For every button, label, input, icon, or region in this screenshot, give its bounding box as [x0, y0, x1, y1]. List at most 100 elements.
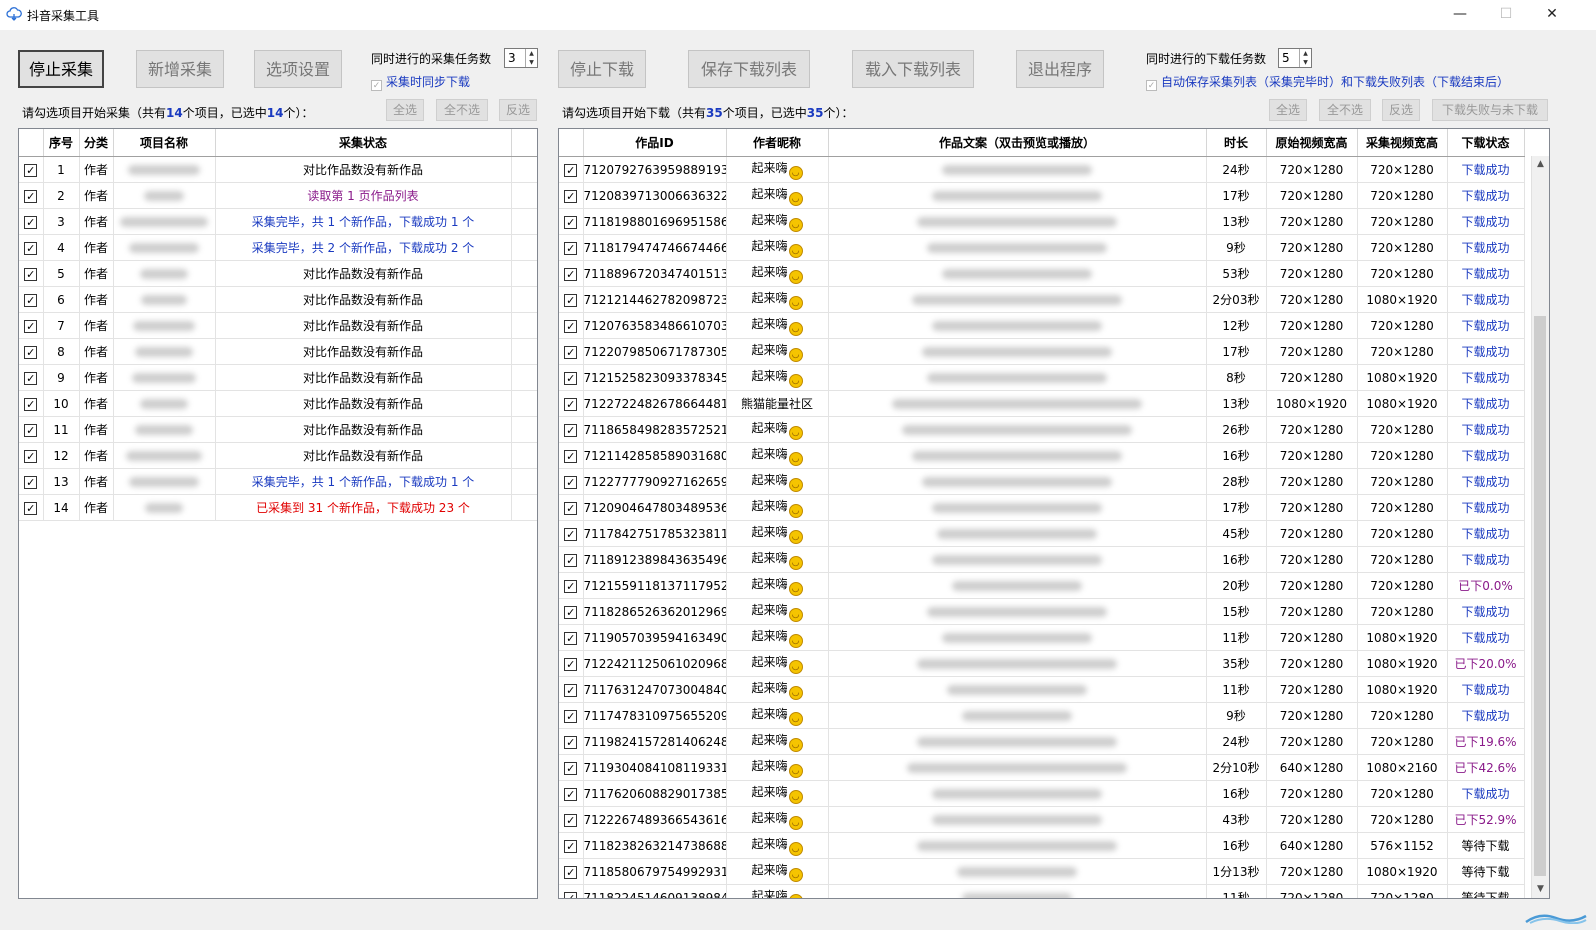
checkbox-checked-icon[interactable]: ✓	[564, 449, 578, 463]
row-checkbox-cell[interactable]: ✓	[559, 208, 584, 235]
row-checkbox-cell[interactable]: ✓	[559, 728, 584, 755]
sync-download-checkbox[interactable]: ✓ 采集时同步下载	[371, 73, 470, 91]
row-checkbox-cell[interactable]: ✓	[559, 572, 584, 599]
table-row[interactable]: ✓ 2 作者 读取第 1 页作品列表	[19, 182, 537, 209]
table-row[interactable]: ✓ 7121142858589031680 起来嗨 ◡ 16秒 720×1280 720×1…	[559, 442, 1525, 469]
checkbox-checked-icon[interactable]: ✓	[564, 579, 578, 593]
checkbox-checked-icon[interactable]: ✓	[564, 553, 578, 567]
checkbox-checked-icon[interactable]: ✓	[564, 189, 578, 203]
table-row[interactable]: ✓ 7120839713006636322 起来嗨 ◡ 17秒 720×1280 720×1…	[559, 182, 1525, 209]
scroll-thumb[interactable]	[1534, 316, 1546, 876]
table-row[interactable]: ✓ 7118896720347401513 起来嗨 ◡ 53秒 720×1280 720×1…	[559, 260, 1525, 287]
row-checkbox-cell[interactable]: ✓	[559, 182, 584, 209]
checkbox-checked-icon[interactable]: ✓	[24, 501, 38, 515]
row-checkbox-cell[interactable]: ✓	[19, 468, 44, 495]
checkbox-checked-icon[interactable]: ✓	[564, 761, 578, 775]
checkbox-checked-icon[interactable]: ✓	[564, 267, 578, 281]
checkbox-checked-icon[interactable]: ✓	[564, 527, 578, 541]
options-button[interactable]: 选项设置	[254, 50, 342, 88]
checkbox-checked-icon[interactable]: ✓	[564, 501, 578, 515]
checkbox-checked-icon[interactable]: ✓	[564, 683, 578, 697]
col-author[interactable]: 作者昵称	[726, 129, 829, 157]
table-row[interactable]: ✓ 7121525823093378345 起来嗨 ◡ 8秒 720×1280 1080×1…	[559, 364, 1525, 391]
load-list-button[interactable]: 载入下载列表	[852, 50, 974, 88]
row-checkbox-cell[interactable]: ✓	[19, 182, 44, 209]
row-checkbox-cell[interactable]: ✓	[559, 442, 584, 469]
table-row[interactable]: ✓ 7119057039594163490 起来嗨 ◡ 11秒 720×1280 1080×…	[559, 624, 1525, 651]
checkbox-checked-icon[interactable]: ✓	[24, 241, 38, 255]
row-checkbox-cell[interactable]: ✓	[559, 624, 584, 651]
fail-undownloaded-button[interactable]: 下载失败与未下载	[1432, 99, 1548, 121]
checkbox-checked-icon[interactable]: ✓	[564, 787, 578, 801]
col-collect-status[interactable]: 采集状态	[215, 129, 512, 157]
table-row[interactable]: ✓ 7118179474746674466 起来嗨 ◡ 9秒 720×1280 720×12…	[559, 234, 1525, 261]
checkbox-checked-icon[interactable]: ✓	[564, 241, 578, 255]
table-row[interactable]: ✓ 7119824157281406248 起来嗨 ◡ 24秒 720×1280 720×1…	[559, 728, 1525, 755]
checkbox-checked-icon[interactable]: ✓	[564, 215, 578, 229]
table-row[interactable]: ✓ 7120904647803489536 起来嗨 ◡ 17秒 720×1280 720×1…	[559, 494, 1525, 521]
table-row[interactable]: ✓ 7118658498283572521 起来嗨 ◡ 26秒 720×1280 720×1…	[559, 416, 1525, 443]
checkbox-checked-icon[interactable]: ✓	[24, 319, 38, 333]
col-category[interactable]: 分类	[79, 129, 114, 157]
col-download-status[interactable]: 下载状态	[1447, 129, 1525, 157]
maximize-button[interactable]: ☐	[1483, 0, 1529, 30]
row-checkbox-cell[interactable]: ✓	[19, 234, 44, 261]
row-checkbox-cell[interactable]: ✓	[559, 546, 584, 573]
checkbox-checked-icon[interactable]: ✓	[564, 423, 578, 437]
row-checkbox-cell[interactable]: ✓	[559, 884, 584, 898]
checkbox-checked-icon[interactable]: ✓	[564, 293, 578, 307]
checkbox-checked-icon[interactable]: ✓	[24, 189, 38, 203]
table-row[interactable]: ✓ 10 作者 对比作品数没有新作品	[19, 390, 537, 417]
row-checkbox-cell[interactable]: ✓	[559, 650, 584, 677]
table-row[interactable]: ✓ 7122267489366543616 起来嗨 ◡ 43秒 720×1280 720×1…	[559, 806, 1525, 833]
checkbox-checked-icon[interactable]: ✓	[24, 475, 38, 489]
row-checkbox-cell[interactable]: ✓	[559, 312, 584, 339]
collect-tasks-spinner[interactable]: 3 ▲ ▼	[504, 48, 538, 68]
row-checkbox-cell[interactable]: ✓	[559, 468, 584, 495]
left-select-none-button[interactable]: 全不选	[436, 99, 488, 121]
spinner-arrows-icon[interactable]: ▲ ▼	[1299, 49, 1311, 67]
row-checkbox-cell[interactable]: ✓	[19, 442, 44, 469]
checkbox-checked-icon[interactable]: ✓	[564, 397, 578, 411]
row-checkbox-cell[interactable]: ✓	[19, 364, 44, 391]
table-row[interactable]: ✓ 5 作者 对比作品数没有新作品	[19, 260, 537, 287]
row-checkbox-cell[interactable]: ✓	[559, 702, 584, 729]
checkbox-checked-icon[interactable]: ✓	[564, 735, 578, 749]
row-checkbox-cell[interactable]: ✓	[19, 260, 44, 287]
col-collected-size[interactable]: 采集视频宽高	[1357, 129, 1448, 157]
table-row[interactable]: ✓ 7117478310975655209 起来嗨 ◡ 9秒 720×1280 720×12…	[559, 702, 1525, 729]
save-list-button[interactable]: 保存下载列表	[688, 50, 810, 88]
table-row[interactable]: ✓ 9 作者 对比作品数没有新作品	[19, 364, 537, 391]
row-checkbox-cell[interactable]: ✓	[19, 156, 44, 183]
table-row[interactable]: ✓ 7 作者 对比作品数没有新作品	[19, 312, 537, 339]
checkbox-checked-icon[interactable]: ✓	[24, 293, 38, 307]
table-row[interactable]: ✓ 7118912389843635496 起来嗨 ◡ 16秒 720×1280 720×1…	[559, 546, 1525, 573]
table-row[interactable]: ✓ 7120792763959889193 起来嗨 ◡ 24秒 720×1280 720×1…	[559, 156, 1525, 183]
col-check[interactable]	[19, 129, 44, 157]
checkbox-checked-icon[interactable]: ✓	[24, 163, 38, 177]
checkbox-checked-icon[interactable]: ✓	[564, 345, 578, 359]
row-checkbox-cell[interactable]: ✓	[559, 858, 584, 885]
checkbox-checked-icon[interactable]: ✓	[564, 631, 578, 645]
col-project-name[interactable]: 项目名称	[113, 129, 216, 157]
checkbox-checked-icon[interactable]: ✓	[24, 215, 38, 229]
autosave-checkbox[interactable]: ✓ 自动保存采集列表（采集完毕时）和下载失败列表（下载结束后）	[1146, 73, 1509, 91]
checkbox-checked-icon[interactable]: ✓	[564, 163, 578, 177]
table-row[interactable]: ✓ 12 作者 对比作品数没有新作品	[19, 442, 537, 469]
table-row[interactable]: ✓ 7122777790927162659 起来嗨 ◡ 28秒 720×1280 720×1…	[559, 468, 1525, 495]
row-checkbox-cell[interactable]: ✓	[559, 364, 584, 391]
row-checkbox-cell[interactable]: ✓	[19, 338, 44, 365]
right-select-none-button[interactable]: 全不选	[1319, 99, 1371, 121]
checkbox-checked-icon[interactable]: ✓	[564, 891, 578, 898]
table-row[interactable]: ✓ 7122722482678664481 熊猫能量社区 13秒 1080×1920 10…	[559, 390, 1525, 417]
col-index[interactable]: 序号	[43, 129, 80, 157]
row-checkbox-cell[interactable]: ✓	[559, 286, 584, 313]
row-checkbox-cell[interactable]: ✓	[559, 156, 584, 183]
checkbox-checked-icon[interactable]: ✓	[24, 371, 38, 385]
right-select-all-button[interactable]: 全选	[1269, 99, 1307, 121]
checkbox-checked-icon[interactable]: ✓	[564, 319, 578, 333]
left-select-all-button[interactable]: 全选	[386, 99, 424, 121]
table-row[interactable]: ✓ 7118198801696951586 起来嗨 ◡ 13秒 720×1280 720×1…	[559, 208, 1525, 235]
table-row[interactable]: ✓ 11 作者 对比作品数没有新作品	[19, 416, 537, 443]
checkbox-checked-icon[interactable]: ✓	[564, 865, 578, 879]
